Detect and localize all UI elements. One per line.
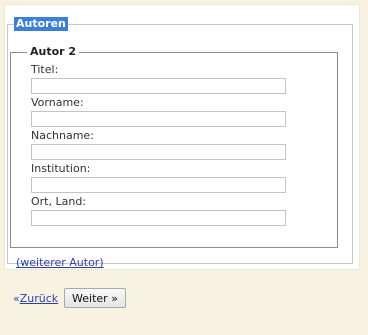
first-name-label: Vorname:	[31, 96, 84, 109]
add-author-link[interactable]: (weiterer Autor)	[16, 256, 104, 269]
location-input[interactable]	[31, 210, 286, 226]
author-2-fieldset: Autor 2 Titel: Vorname: Nachname: Instit…	[10, 45, 338, 248]
back-arrow-icon: «	[13, 292, 20, 305]
institution-label: Institution:	[31, 162, 91, 175]
last-name-label: Nachname:	[31, 129, 94, 142]
title-input[interactable]	[31, 78, 286, 94]
back-link-label: Zurück	[19, 292, 59, 305]
back-link[interactable]: «Zurück	[13, 292, 58, 305]
author-2-legend: Autor 2	[27, 45, 80, 59]
authors-legend: Autoren	[14, 17, 68, 31]
institution-input[interactable]	[31, 177, 286, 193]
first-name-input[interactable]	[31, 111, 286, 127]
last-name-input[interactable]	[31, 144, 286, 160]
next-button[interactable]: Weiter »	[64, 288, 126, 308]
location-label: Ort, Land:	[31, 195, 87, 208]
title-label: Titel:	[31, 63, 59, 76]
